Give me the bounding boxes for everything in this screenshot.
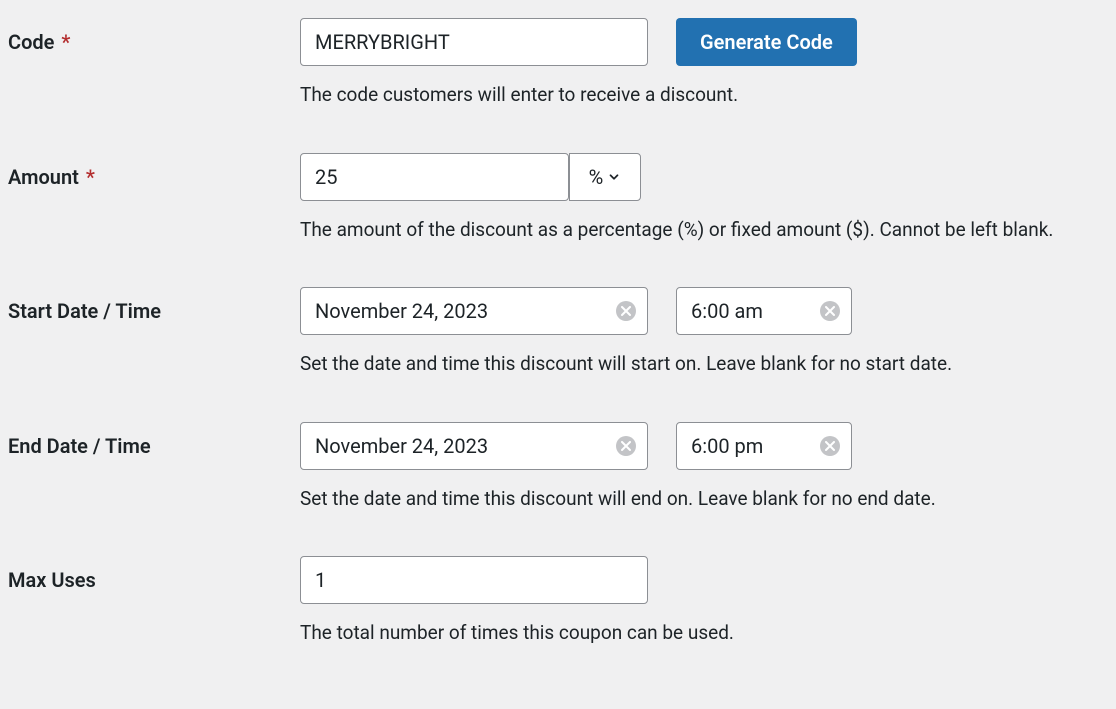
required-indicator: * <box>61 30 70 54</box>
amount-input[interactable] <box>300 153 569 201</box>
code-help: The code customers will enter to receive… <box>300 82 1108 109</box>
start-date-input[interactable] <box>300 287 648 335</box>
generate-code-button[interactable]: Generate Code <box>676 18 857 66</box>
start-help: Set the date and time this discount will… <box>300 351 1108 378</box>
start-date-label: Start Date / Time <box>8 299 161 323</box>
end-date-label: End Date / Time <box>8 434 151 458</box>
code-input[interactable] <box>300 18 648 66</box>
chevron-down-icon <box>607 170 621 184</box>
amount-unit-value: % <box>589 165 604 189</box>
amount-label: Amount * <box>8 165 95 189</box>
amount-help: The amount of the discount as a percenta… <box>300 217 1108 244</box>
code-label: Code * <box>8 30 70 54</box>
clear-start-date-icon[interactable] <box>616 301 636 321</box>
end-help: Set the date and time this discount will… <box>300 486 1108 513</box>
max-help: The total number of times this coupon ca… <box>300 620 1108 647</box>
clear-end-time-icon[interactable] <box>820 436 840 456</box>
end-date-input[interactable] <box>300 422 648 470</box>
max-uses-label: Max Uses <box>8 568 96 592</box>
clear-start-time-icon[interactable] <box>820 301 840 321</box>
clear-end-date-icon[interactable] <box>616 436 636 456</box>
max-uses-input[interactable] <box>300 556 648 604</box>
required-indicator: * <box>86 165 95 189</box>
amount-unit-select[interactable]: % <box>569 153 641 201</box>
